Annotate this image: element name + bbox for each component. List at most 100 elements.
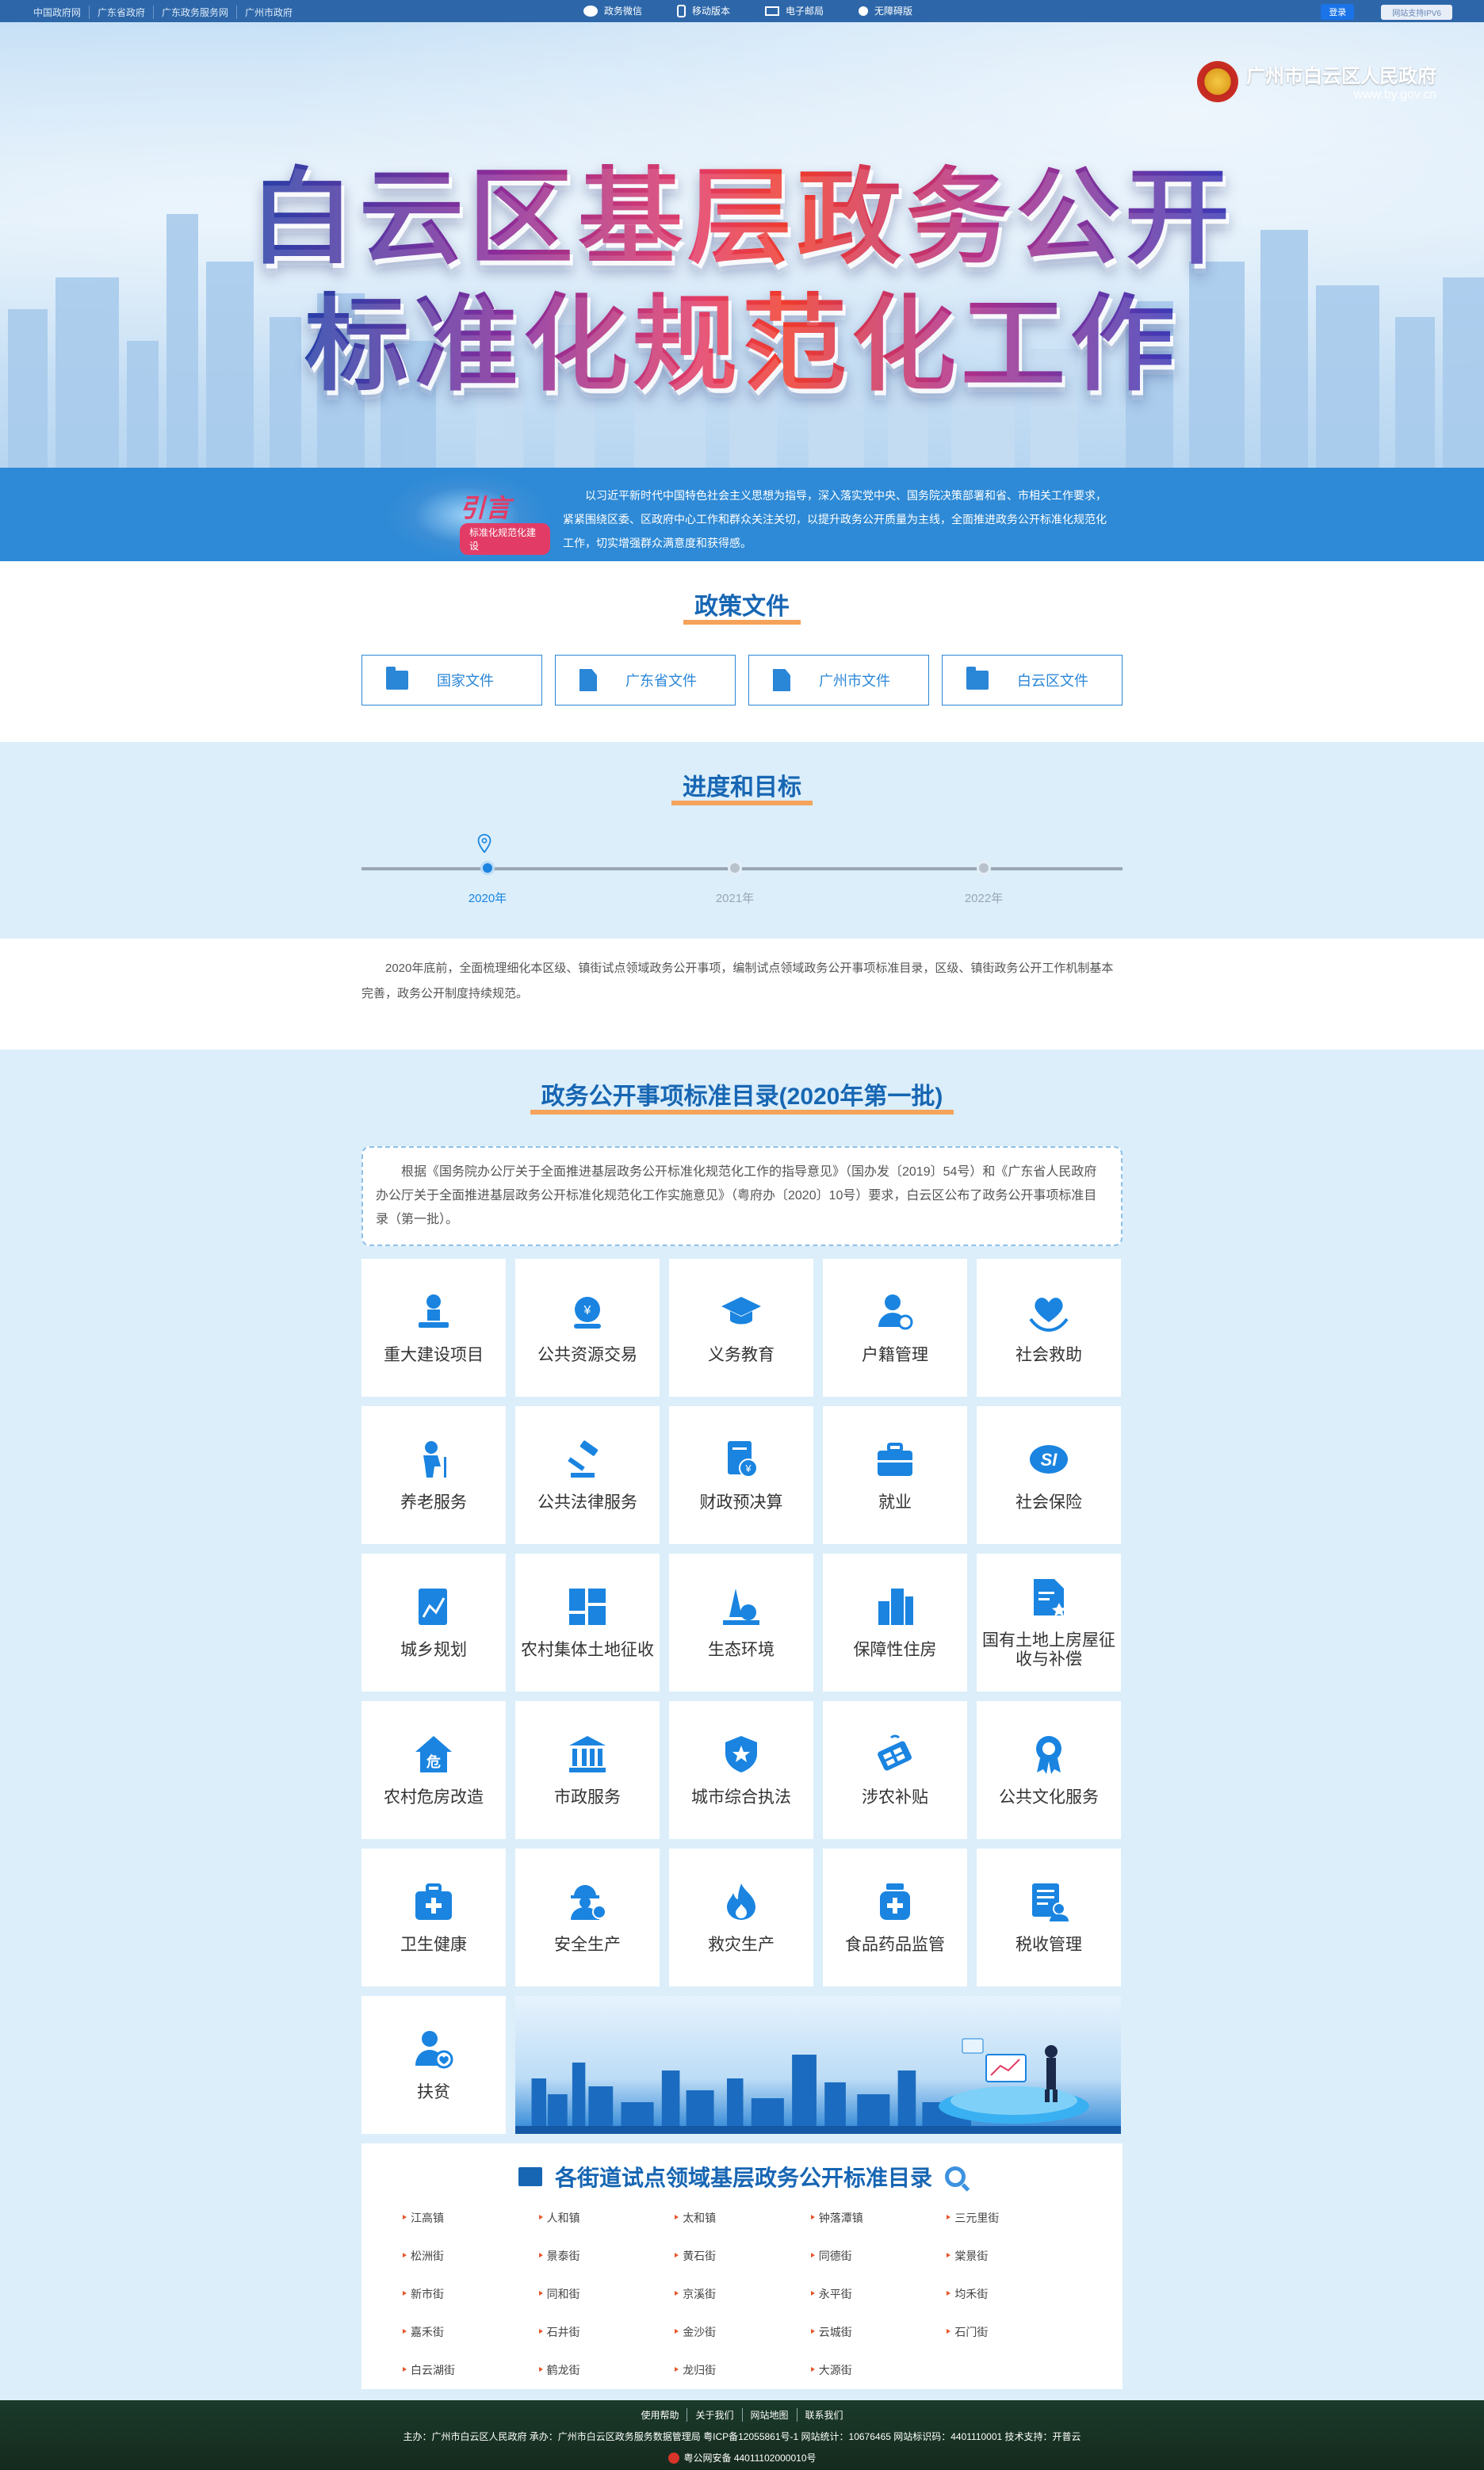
catalog-item[interactable]: 税收管理 bbox=[977, 1849, 1121, 1986]
timeline-label-2021[interactable]: 2021年 bbox=[695, 889, 775, 906]
guangzhou-docs-button[interactable]: 广州市文件 bbox=[748, 655, 929, 705]
top-link-guangdong-service[interactable]: 广东政务服务网 bbox=[154, 6, 238, 19]
catalog-item[interactable]: 城乡规划 bbox=[361, 1554, 506, 1692]
street-link[interactable]: 大源街 bbox=[810, 2362, 947, 2378]
street-link[interactable]: 人和镇 bbox=[538, 2210, 675, 2226]
footer-link-sitemap[interactable]: 网站地图 bbox=[743, 2408, 797, 2422]
folder-open-icon bbox=[966, 667, 989, 690]
catalog-item[interactable]: 养老服务 bbox=[361, 1406, 506, 1544]
street-link[interactable]: 石井街 bbox=[538, 2324, 675, 2340]
timeline-node-2021[interactable] bbox=[728, 861, 742, 875]
accessibility-link[interactable]: 无障碍版 bbox=[859, 4, 912, 17]
footer-link-about[interactable]: 关于我们 bbox=[687, 2408, 743, 2422]
national-docs-button[interactable]: 国家文件 bbox=[361, 655, 542, 705]
baiyun-docs-button[interactable]: 白云区文件 bbox=[942, 655, 1123, 705]
street-link[interactable]: 新市街 bbox=[403, 2286, 539, 2302]
folder-icon bbox=[386, 667, 408, 690]
street-link[interactable]: 嘉禾街 bbox=[403, 2324, 539, 2340]
progress-section: 进度和目标 2020年 2021年 2022年 bbox=[0, 742, 1484, 939]
wechat-icon bbox=[583, 5, 598, 17]
timeline-node-2020[interactable] bbox=[480, 861, 495, 875]
catalog-item[interactable]: 安全生产 bbox=[515, 1849, 660, 1986]
catalog-item[interactable]: 扶贫 bbox=[361, 1996, 506, 2134]
street-link[interactable]: 钟落潭镇 bbox=[810, 2210, 947, 2226]
culture-badge-icon bbox=[1036, 1736, 1061, 1774]
catalog-item[interactable]: 公共文化服务 bbox=[977, 1701, 1121, 1839]
street-link[interactable]: 云城街 bbox=[810, 2324, 947, 2340]
street-link[interactable]: 太和镇 bbox=[675, 2210, 811, 2226]
timeline-label-2022[interactable]: 2022年 bbox=[944, 889, 1023, 906]
catalog-item[interactable]: 重大建设项目 bbox=[361, 1259, 506, 1397]
footer-link-contact[interactable]: 联系我们 bbox=[797, 2408, 851, 2422]
catalog-item[interactable]: 就业 bbox=[823, 1406, 967, 1544]
catalog-item[interactable]: 生态环境 bbox=[669, 1554, 813, 1692]
government-building-icon bbox=[569, 1736, 606, 1772]
street-link[interactable]: 石门街 bbox=[947, 2324, 1083, 2340]
national-emblem-icon bbox=[1197, 60, 1238, 102]
goal-section: 2020年底前，全面梳理细化本区级、镇街试点领域政务公开事项，编制试点领域政务公… bbox=[0, 939, 1484, 1050]
street-link[interactable]: 棠景街 bbox=[947, 2248, 1083, 2264]
catalog-item[interactable]: 户籍管理 bbox=[823, 1259, 967, 1397]
catalog-title: 政务公开事项标准目录(2020年第一批) bbox=[530, 1076, 954, 1115]
wechat-link[interactable]: 政务微信 bbox=[583, 4, 642, 17]
catalog-item[interactable]: 危 农村危房改造 bbox=[361, 1701, 506, 1839]
footer-host-info: 主办：广州市白云区人民政府 承办：广州市白云区政务服务数据管理局 粤ICP备12… bbox=[403, 2431, 1081, 2442]
street-link[interactable]: 龙归街 bbox=[675, 2362, 811, 2378]
street-link[interactable]: 景泰街 bbox=[538, 2248, 675, 2264]
catalog-item[interactable]: 公共法律服务 bbox=[515, 1406, 660, 1544]
street-link[interactable]: 松洲街 bbox=[403, 2248, 539, 2264]
mail-link[interactable]: 电子邮局 bbox=[765, 4, 824, 17]
street-link[interactable]: 黄石街 bbox=[675, 2248, 811, 2264]
catalog-item[interactable]: ¥ 财政预决算 bbox=[669, 1406, 813, 1544]
catalog-item[interactable]: 社会救助 bbox=[977, 1259, 1121, 1397]
street-link[interactable]: 同和街 bbox=[538, 2286, 675, 2302]
heart-hands-icon bbox=[1029, 1298, 1069, 1332]
mobile-link[interactable]: 移动版本 bbox=[677, 4, 730, 17]
login-button[interactable]: 登录 bbox=[1321, 4, 1355, 20]
street-link[interactable]: 京溪街 bbox=[675, 2286, 811, 2302]
catalog-item[interactable]: 国有土地上房屋征收与补偿 bbox=[977, 1554, 1121, 1692]
street-link[interactable]: 均禾街 bbox=[947, 2286, 1083, 2302]
timeline-label-2020[interactable]: 2020年 bbox=[448, 889, 527, 906]
street-link[interactable]: 鹤龙街 bbox=[538, 2362, 675, 2378]
gov-logo[interactable]: 广州市白云区人民政府 www.by.gov.cn bbox=[1197, 60, 1436, 102]
catalog-item[interactable]: 城市综合执法 bbox=[669, 1701, 813, 1839]
shield-icon bbox=[725, 1736, 757, 1772]
timeline-node-2022[interactable] bbox=[977, 861, 991, 875]
top-mid-links: 政务微信 移动版本 电子邮局 无障碍版 bbox=[583, 4, 912, 17]
catalog-item[interactable]: ¥ 公共资源交易 bbox=[515, 1259, 660, 1397]
guangdong-docs-button[interactable]: 广东省文件 bbox=[555, 655, 736, 705]
social-insurance-icon: SI bbox=[1030, 1445, 1068, 1474]
svg-text:SI: SI bbox=[1041, 1450, 1058, 1470]
street-link[interactable]: 金沙街 bbox=[675, 2324, 811, 2340]
footer-police-record[interactable]: 粤公网安备 44011102000010号 bbox=[0, 2451, 1484, 2464]
data-analyst-illustration bbox=[939, 2038, 1089, 2124]
worker-helmet-icon bbox=[571, 1885, 606, 1920]
street-link[interactable]: 三元里街 bbox=[947, 2210, 1083, 2226]
search-icon[interactable] bbox=[945, 2166, 966, 2187]
banner-title-line2: 标准化规范化工作 bbox=[304, 284, 1180, 406]
footer-link-help[interactable]: 使用帮助 bbox=[633, 2408, 688, 2422]
top-link-china-gov[interactable]: 中国政府网 bbox=[25, 6, 90, 19]
catalog-item[interactable]: 义务教育 bbox=[669, 1259, 813, 1397]
street-link[interactable]: 永平街 bbox=[810, 2286, 947, 2302]
catalog-item[interactable]: 食品药品监管 bbox=[823, 1849, 967, 1986]
top-link-guangzhou-gov[interactable]: 广州市政府 bbox=[237, 6, 300, 19]
catalog-item[interactable]: 卫生健康 bbox=[361, 1849, 506, 1986]
catalog-item[interactable]: 救灾生产 bbox=[669, 1849, 813, 1986]
street-link[interactable]: 白云湖街 bbox=[403, 2362, 539, 2378]
street-link[interactable]: 同德街 bbox=[810, 2248, 947, 2264]
catalog-section: 政务公开事项标准目录(2020年第一批) 根据《国务院办公厅关于全面推进基层政务… bbox=[0, 1050, 1484, 2400]
trade-icon: ¥ bbox=[574, 1297, 601, 1329]
gov-url: www.by.gov.cn bbox=[1353, 88, 1436, 101]
catalog-item[interactable]: SI 社会保险 bbox=[977, 1406, 1121, 1544]
street-link[interactable]: 江高镇 bbox=[403, 2210, 539, 2226]
catalog-item[interactable]: 农村集体土地征收 bbox=[515, 1554, 660, 1692]
catalog-item[interactable]: 保障性住房 bbox=[823, 1554, 967, 1692]
catalog-item[interactable]: 市政服务 bbox=[515, 1701, 660, 1839]
top-link-guangdong-gov[interactable]: 广东省政府 bbox=[90, 6, 155, 19]
catalog-item[interactable]: 涉农补贴 bbox=[823, 1701, 967, 1839]
folder-icon bbox=[518, 2167, 542, 2186]
footer: 使用帮助 关于我们 网站地图 联系我们 主办：广州市白云区人民政府 承办：广州市… bbox=[0, 2400, 1484, 2470]
mail-icon bbox=[765, 6, 780, 16]
